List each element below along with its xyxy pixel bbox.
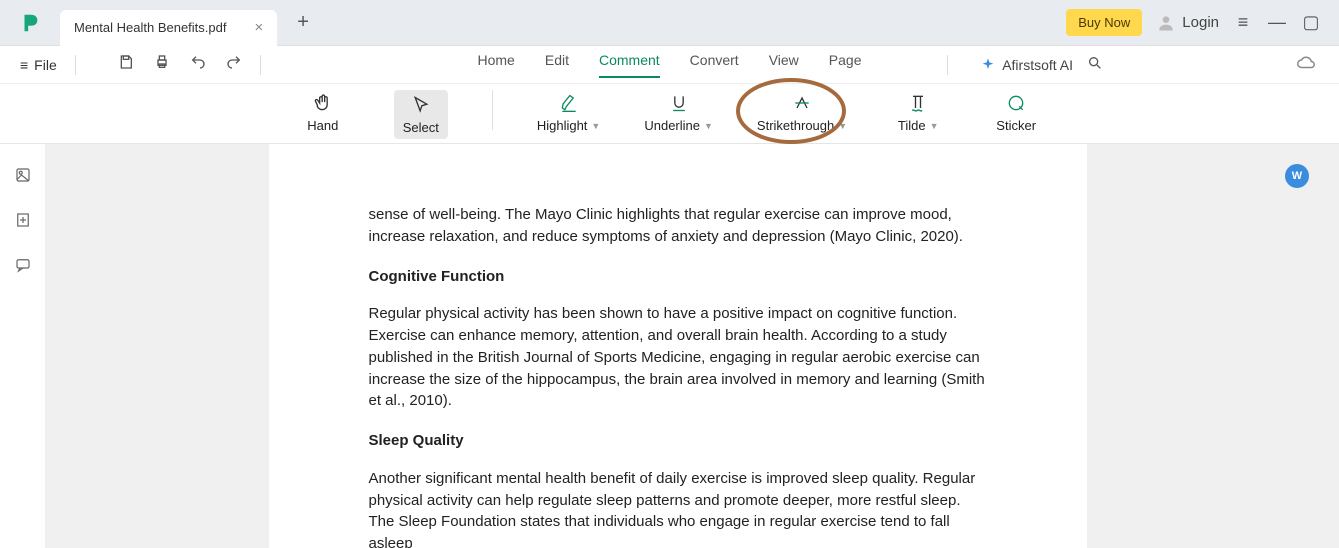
divider bbox=[492, 90, 493, 130]
thumbnails-icon[interactable] bbox=[14, 166, 32, 189]
divider bbox=[947, 55, 948, 75]
tab-home[interactable]: Home bbox=[478, 52, 515, 78]
hamburger-icon: ≡ bbox=[20, 57, 28, 73]
undo-icon[interactable] bbox=[190, 54, 206, 75]
body-text: Regular physical activity has been shown… bbox=[369, 303, 987, 412]
body-text: sense of well-being. The Mayo Clinic hig… bbox=[369, 204, 987, 248]
divider bbox=[75, 55, 76, 75]
document-canvas[interactable]: sense of well-being. The Mayo Clinic hig… bbox=[46, 144, 1339, 548]
left-rail bbox=[0, 144, 46, 548]
sticker-tool[interactable]: Sticker bbox=[989, 90, 1043, 133]
chevron-down-icon[interactable]: ▼ bbox=[591, 121, 600, 131]
word-export-badge[interactable]: W bbox=[1285, 164, 1309, 188]
close-tab-icon[interactable]: × bbox=[254, 19, 263, 36]
chevron-down-icon[interactable]: ▼ bbox=[838, 121, 847, 131]
print-icon[interactable] bbox=[154, 54, 170, 75]
buy-now-button[interactable]: Buy Now bbox=[1066, 9, 1142, 36]
ai-button[interactable]: Afirstsoft AI bbox=[980, 57, 1073, 73]
menu-icon[interactable]: ≡ bbox=[1233, 12, 1253, 33]
tab-title: Mental Health Benefits.pdf bbox=[74, 20, 226, 35]
document-page: sense of well-being. The Mayo Clinic hig… bbox=[269, 144, 1087, 548]
body-text: Another significant mental health benefi… bbox=[369, 468, 987, 548]
menubar: ≡ File Home Edit Comment Convert View Pa… bbox=[0, 46, 1339, 84]
select-tool[interactable]: Select bbox=[394, 90, 448, 139]
hand-tool[interactable]: Hand bbox=[296, 90, 350, 133]
tab-edit[interactable]: Edit bbox=[545, 52, 569, 78]
highlight-tool[interactable]: Highlight▼ bbox=[537, 90, 601, 133]
cloud-icon[interactable] bbox=[1297, 54, 1315, 75]
app-logo bbox=[0, 12, 60, 34]
tab-page[interactable]: Page bbox=[829, 52, 862, 78]
tab-convert[interactable]: Convert bbox=[690, 52, 739, 78]
strikethrough-tool[interactable]: Strikethrough▼ bbox=[757, 90, 847, 133]
new-tab-button[interactable]: + bbox=[297, 11, 309, 34]
chevron-down-icon[interactable]: ▼ bbox=[930, 121, 939, 131]
sparkle-icon bbox=[980, 57, 996, 73]
document-tab[interactable]: Mental Health Benefits.pdf × bbox=[60, 10, 277, 46]
user-icon bbox=[1156, 13, 1176, 33]
login-button[interactable]: Login bbox=[1156, 13, 1219, 33]
bookmarks-icon[interactable] bbox=[14, 211, 32, 234]
heading: Cognitive Function bbox=[369, 266, 987, 288]
workspace: sense of well-being. The Mayo Clinic hig… bbox=[0, 144, 1339, 548]
divider bbox=[260, 55, 261, 75]
maximize-icon[interactable]: ▢ bbox=[1301, 12, 1321, 33]
minimize-icon[interactable]: — bbox=[1267, 12, 1287, 33]
underline-tool[interactable]: Underline▼ bbox=[644, 90, 713, 133]
tab-view[interactable]: View bbox=[769, 52, 799, 78]
chevron-down-icon[interactable]: ▼ bbox=[704, 121, 713, 131]
redo-icon[interactable] bbox=[226, 54, 242, 75]
tab-comment[interactable]: Comment bbox=[599, 52, 660, 78]
file-menu[interactable]: ≡ File bbox=[20, 57, 57, 73]
tilde-tool[interactable]: Tilde▼ bbox=[891, 90, 945, 133]
heading: Sleep Quality bbox=[369, 430, 987, 452]
save-icon[interactable] bbox=[118, 54, 134, 75]
comments-icon[interactable] bbox=[14, 256, 32, 279]
search-icon[interactable] bbox=[1087, 55, 1103, 74]
annotation-toolbar: Hand Select Highlight▼ Underline▼ Strike… bbox=[0, 84, 1339, 144]
titlebar: Mental Health Benefits.pdf × + Buy Now L… bbox=[0, 0, 1339, 46]
main-tabs: Home Edit Comment Convert View Page bbox=[478, 52, 862, 78]
